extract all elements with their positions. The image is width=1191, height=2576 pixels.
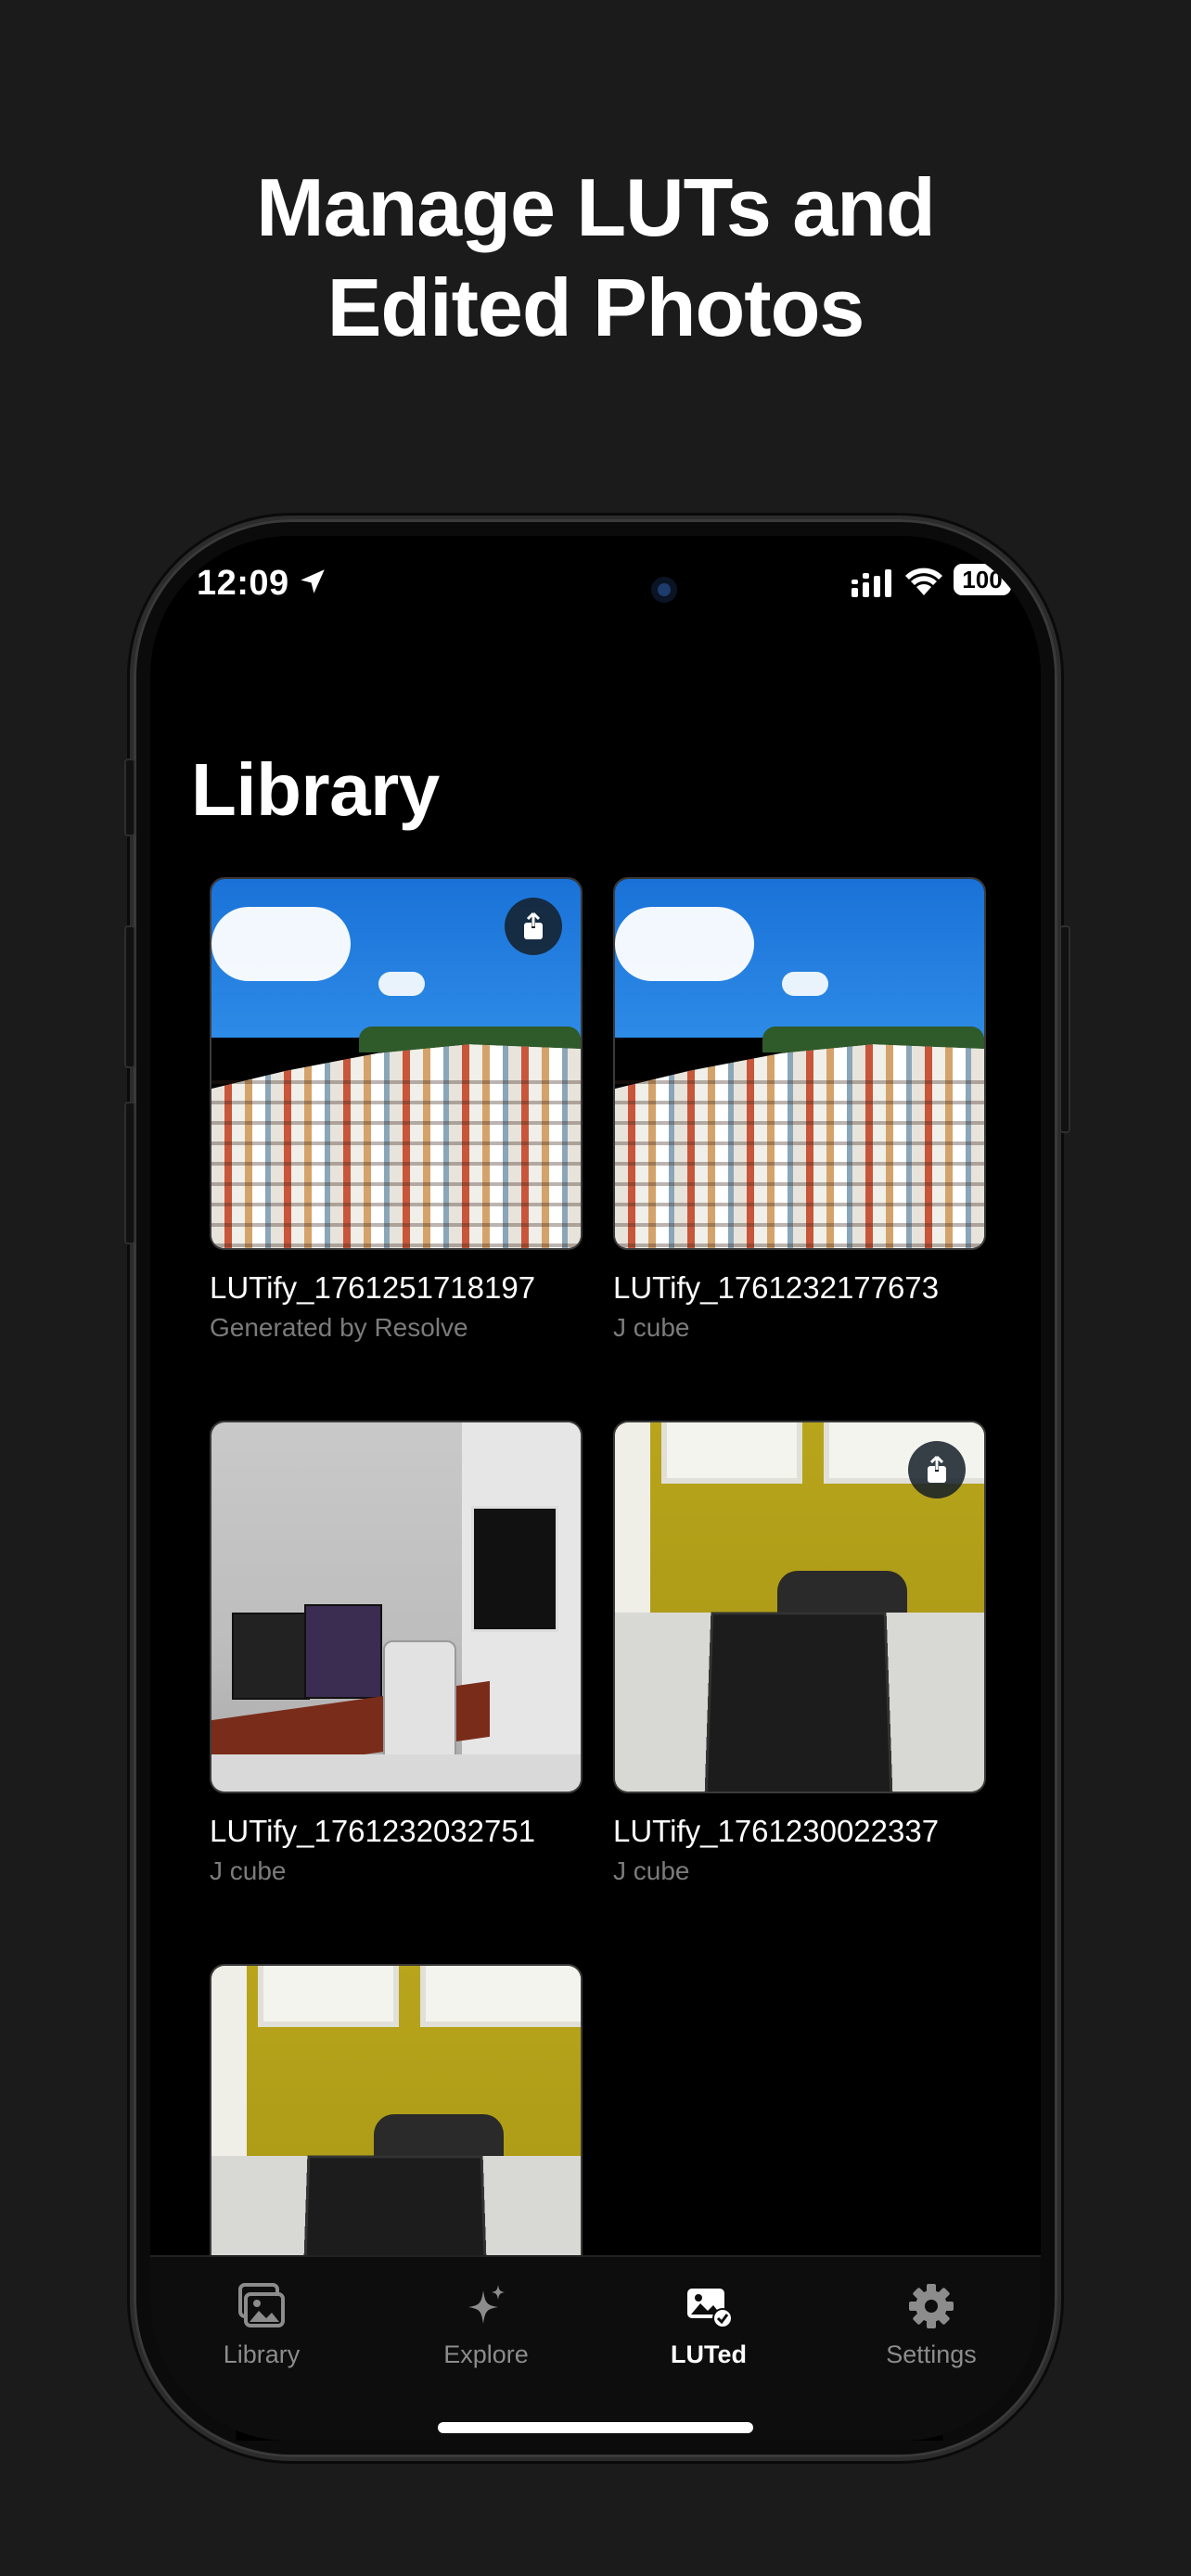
item-name: LUTify_1761232177673: [613, 1270, 940, 1305]
item-name: LUTify_1761232032751: [210, 1814, 536, 1848]
gear-icon: [909, 2284, 954, 2328]
share-icon: [524, 912, 543, 939]
item-name: LUTify_1761230022337: [613, 1814, 940, 1848]
headline-line-1: Manage LUTs and: [256, 161, 935, 253]
photo-thumbnail[interactable]: [613, 1421, 986, 1793]
cloud-shape: [211, 907, 351, 981]
tab-label: Explore: [443, 2340, 529, 2368]
desk-photo: [211, 1422, 581, 1792]
item-name: LUTify_1761251718197: [210, 1270, 536, 1305]
phone-volume-up-button: [124, 925, 135, 1068]
item-subtitle: Generated by Resolve: [210, 1313, 468, 1342]
cloud-shape: [615, 907, 754, 981]
headline-line-2: Edited Photos: [327, 261, 865, 353]
pillar-shape: [211, 1966, 247, 2179]
tab-luted[interactable]: LUTed: [616, 2283, 801, 2369]
item-subtitle: J cube: [613, 1856, 690, 1885]
house-rows: [211, 1064, 581, 1248]
cellular-signal-icon: [852, 569, 891, 597]
window-shape: [258, 1966, 399, 2027]
home-indicator[interactable]: [438, 2422, 753, 2433]
promo-headline: Manage LUTs and Edited Photos: [0, 158, 1191, 358]
share-icon: [928, 1455, 946, 1483]
library-item[interactable]: LUTify_1761232032751 J cube: [210, 1421, 583, 1886]
phone-screen: 12:09 100 Library LUTify_1761251718197 G…: [150, 536, 1041, 2441]
floor-shape: [211, 1754, 581, 1792]
tab-label: Settings: [886, 2340, 977, 2368]
photo-library-icon: [238, 2283, 285, 2327]
phone-side-button: [1059, 925, 1070, 1133]
photo-thumbnail[interactable]: [210, 877, 583, 1250]
tab-library[interactable]: Library: [169, 2283, 354, 2369]
photo-thumbnail[interactable]: [210, 1421, 583, 1793]
tab-settings[interactable]: Settings: [839, 2283, 1024, 2369]
cloud-shape: [782, 972, 828, 996]
status-bar: 12:09 100: [150, 536, 1041, 619]
wifi-icon: [905, 567, 942, 595]
battery-indicator: 100: [954, 564, 1018, 595]
library-item[interactable]: LUTify_1761232177673 J cube: [613, 877, 986, 1343]
tab-label: LUTed: [671, 2340, 747, 2368]
library-item[interactable]: LUTify_1761230022337 J cube: [613, 1421, 986, 1886]
house-rows: [615, 1064, 984, 1248]
town-photo: [615, 879, 984, 1248]
page-title: Library: [191, 748, 440, 831]
tab-label: Library: [223, 2340, 301, 2368]
sparkles-icon: [468, 2285, 505, 2324]
pillar-shape: [615, 1422, 650, 1636]
item-subtitle: J cube: [613, 1313, 690, 1342]
status-time: 12:09: [197, 564, 289, 603]
item-subtitle: J cube: [210, 1856, 287, 1885]
phone-volume-down-button: [124, 1102, 135, 1244]
photo-checkmark-icon: [687, 2289, 733, 2328]
photo-thumbnail[interactable]: [613, 877, 986, 1250]
phone-action-button: [124, 759, 135, 836]
tab-explore[interactable]: Explore: [393, 2283, 579, 2369]
tab-bar: Library Explore LUTed Settings: [150, 2255, 1041, 2441]
cloud-shape: [378, 972, 425, 996]
poster-shape: [471, 1506, 558, 1632]
library-item[interactable]: LUTify_1761251718197 Generated by Resolv…: [210, 877, 583, 1343]
location-arrow-icon: [301, 569, 325, 593]
monitor-shape: [232, 1613, 310, 1700]
share-button[interactable]: [908, 1441, 966, 1498]
front-camera: [651, 577, 677, 603]
window-shape: [420, 1966, 581, 2027]
monitor-shape: [304, 1604, 382, 1699]
laptop-shape: [704, 1612, 893, 1792]
window-shape: [661, 1422, 802, 1484]
share-button[interactable]: [505, 898, 562, 955]
